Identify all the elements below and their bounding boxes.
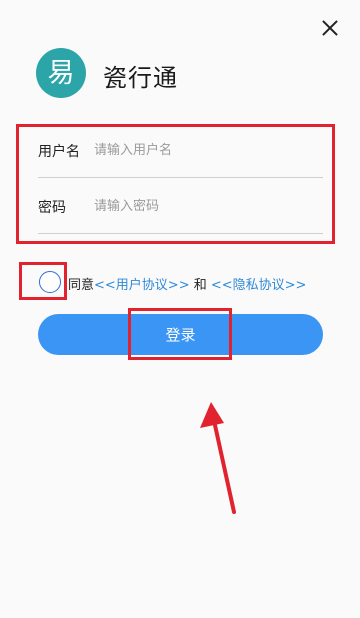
- agreement-text: 同意<<用户协议>> 和 <<隐私协议>>: [68, 274, 306, 293]
- close-icon[interactable]: [318, 16, 342, 40]
- username-row: 用户名: [38, 124, 323, 178]
- app-logo: 易: [36, 48, 86, 98]
- password-label: 密码: [38, 199, 66, 216]
- svg-text:易: 易: [48, 58, 75, 89]
- username-label: 用户名: [38, 143, 80, 160]
- user-agreement-link[interactable]: <<用户协议>>: [94, 278, 190, 293]
- privacy-policy-link[interactable]: <<隐私协议>>: [211, 278, 307, 293]
- password-row: 密码: [38, 180, 323, 234]
- password-input[interactable]: [94, 191, 323, 222]
- agreement-prefix: 同意: [68, 278, 95, 293]
- app-title: 瓷行通: [103, 64, 178, 92]
- username-input[interactable]: [94, 135, 323, 166]
- agreement-connector: 和: [189, 278, 211, 293]
- agree-radio-button[interactable]: [39, 271, 61, 293]
- login-button[interactable]: 登录: [38, 314, 323, 355]
